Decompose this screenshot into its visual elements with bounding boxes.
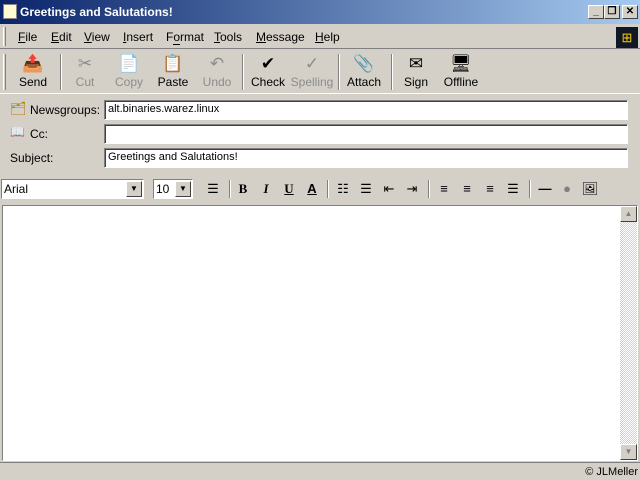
align-center-icon[interactable]: ≡: [458, 180, 476, 198]
toolbar-separator: [338, 54, 340, 90]
sign-button[interactable]: ✉ Sign: [393, 52, 439, 92]
menu-format[interactable]: Format: [166, 30, 204, 44]
numbered-list-icon[interactable]: ☷: [334, 180, 352, 198]
window-title: Greetings and Salutations!: [20, 5, 173, 19]
status-text: © JLMeller: [585, 466, 638, 478]
restore-button[interactable]: ❐: [604, 5, 620, 19]
windows-logo-icon: ⊞: [616, 27, 638, 48]
subject-field[interactable]: Greetings and Salutations!: [104, 148, 628, 168]
cut-icon: ✂: [77, 54, 93, 73]
scroll-down-button[interactable]: ▼: [620, 444, 637, 460]
cut-label: Cut: [75, 75, 95, 89]
undo-button: ↶ Undo: [194, 52, 240, 92]
format-separator: [529, 180, 531, 198]
underline-button[interactable]: U: [280, 180, 298, 198]
increase-indent-icon[interactable]: ⇥: [403, 180, 421, 198]
toolbar-grip[interactable]: [3, 54, 6, 90]
toolbar-separator: [391, 54, 393, 90]
hyperlink-icon: ●: [563, 181, 571, 196]
check-button[interactable]: ✔ Check: [245, 52, 291, 92]
scroll-up-button[interactable]: ▲: [620, 206, 637, 222]
spelling-icon: ✓: [304, 54, 320, 73]
paste-button[interactable]: 📋 Paste: [150, 52, 196, 92]
menu-edit[interactable]: Edit: [51, 30, 72, 44]
check-icon: ✔: [260, 54, 276, 73]
newsgroups-field[interactable]: alt.binaries.warez.linux: [104, 100, 628, 120]
attach-icon: 📎: [353, 54, 375, 73]
menu-tools[interactable]: Tools: [214, 30, 242, 44]
vertical-scrollbar[interactable]: ▲ ▼: [620, 206, 637, 460]
menu-file[interactable]: File: [18, 30, 37, 44]
message-body[interactable]: ▲ ▼: [2, 205, 638, 461]
newsgroups-label: Newsgroups:: [30, 103, 101, 117]
menu-view[interactable]: View: [84, 30, 110, 44]
send-button[interactable]: 📤 Send: [10, 52, 56, 92]
subject-label: Subject:: [10, 151, 54, 165]
menu-message[interactable]: Message: [256, 30, 305, 44]
toolbar-separator: [242, 54, 244, 90]
paragraph-style-icon[interactable]: ☰: [204, 180, 222, 198]
decrease-indent-icon[interactable]: ⇤: [380, 180, 398, 198]
toolbar: 📤 Send ✂ Cut 📄 Copy 📋 Paste ↶ Undo ✔ Check ✓ Spelling…: [0, 50, 640, 94]
font-select[interactable]: Arial ▼: [1, 179, 144, 199]
attach-label: Attach: [346, 75, 382, 89]
address-book-icon[interactable]: 📖: [10, 125, 25, 139]
paste-icon: 📋: [162, 54, 184, 73]
copy-label: Copy: [114, 75, 143, 89]
check-label: Check: [250, 75, 285, 89]
newsgroups-icon[interactable]: 🗂: [10, 101, 27, 117]
send-icon: 📤: [22, 54, 44, 73]
align-right-icon[interactable]: ≡: [481, 180, 499, 198]
menu-bar: File Edit View Insert Format Tools Messa…: [0, 25, 640, 49]
cc-field[interactable]: [104, 124, 628, 144]
chevron-down-icon[interactable]: ▼: [126, 181, 142, 197]
justify-icon[interactable]: ☰: [504, 180, 522, 198]
horizontal-line-icon[interactable]: —: [536, 180, 554, 198]
format-separator: [229, 180, 231, 198]
copy-icon: 📄: [118, 54, 140, 73]
sign-icon: ✉: [408, 54, 424, 73]
format-separator: [327, 180, 329, 198]
message-icon: [3, 4, 17, 19]
font-color-button[interactable]: A: [303, 180, 321, 198]
minimize-button[interactable]: _: [588, 5, 604, 19]
cc-label: Cc:: [30, 127, 48, 141]
menu-insert[interactable]: Insert: [123, 30, 153, 44]
font-size-select[interactable]: 10 ▼: [153, 179, 193, 199]
paste-label: Paste: [157, 75, 189, 89]
offline-icon: 🖥: [450, 54, 472, 73]
sign-label: Sign: [403, 75, 429, 89]
italic-button[interactable]: I: [257, 180, 275, 198]
bullet-list-icon[interactable]: ☰: [357, 180, 375, 198]
insert-picture-icon[interactable]: 🖼: [581, 180, 599, 198]
format-separator: [428, 180, 430, 198]
toolbar-separator: [60, 54, 62, 90]
copy-button: 📄 Copy: [106, 52, 152, 92]
menu-grip[interactable]: [3, 27, 6, 46]
font-value: Arial: [4, 182, 29, 196]
spelling-label: Spelling: [290, 75, 334, 89]
bold-button[interactable]: B: [234, 180, 252, 198]
undo-icon: ↶: [209, 54, 225, 73]
cut-button: ✂ Cut: [62, 52, 108, 92]
undo-label: Undo: [202, 75, 232, 89]
offline-label: Offline: [443, 75, 479, 89]
close-button[interactable]: ✕: [622, 5, 638, 19]
align-left-icon[interactable]: ≡: [435, 180, 453, 198]
access-key-underline: [173, 44, 180, 45]
status-bar: © JLMeller: [0, 462, 640, 480]
font-size-value: 10: [156, 182, 170, 196]
chevron-down-icon[interactable]: ▼: [175, 181, 191, 197]
attach-button[interactable]: 📎 Attach: [341, 52, 387, 92]
menu-help[interactable]: Help: [315, 30, 340, 44]
offline-button[interactable]: 🖥 Offline: [438, 52, 484, 92]
send-label: Send: [18, 75, 48, 89]
title-bar: Greetings and Salutations! _ ❐ ✕: [0, 0, 640, 24]
spelling-button: ✓ Spelling: [289, 52, 335, 92]
